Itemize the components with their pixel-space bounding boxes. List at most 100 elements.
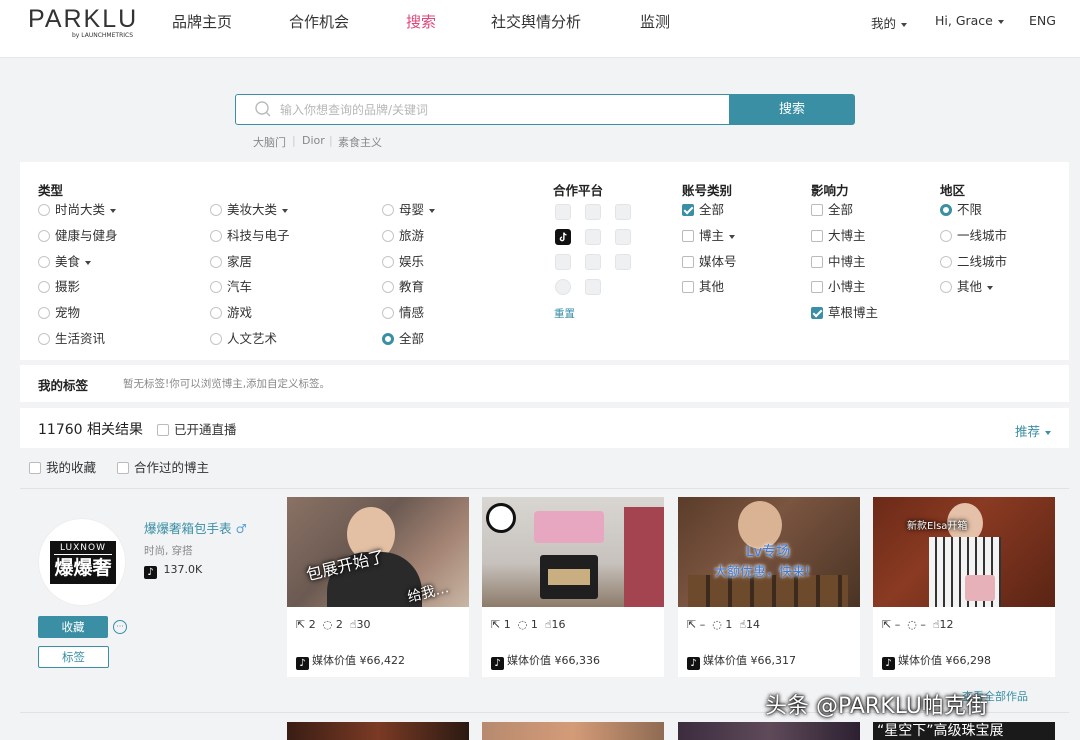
influence-option-grassroots[interactable]: 草根博主 bbox=[811, 305, 878, 321]
type-option-games[interactable]: 游戏 bbox=[210, 305, 252, 321]
influence-option-medium[interactable]: 中博主 bbox=[811, 254, 866, 270]
checkbox[interactable] bbox=[117, 462, 129, 474]
post-thumbnail[interactable] bbox=[482, 722, 664, 740]
account-option-blogger[interactable]: 博主 bbox=[682, 228, 736, 244]
type-option-health[interactable]: 健康与健身 bbox=[38, 228, 118, 244]
radio[interactable] bbox=[382, 256, 394, 268]
influencer-name[interactable]: 爆爆奢箱包手表 ♂ bbox=[144, 518, 247, 537]
post-card[interactable]: ⇱ 1 ◌ 1 ☝16 ♪ 媒体价值 ¥66,336 bbox=[482, 497, 664, 677]
radio[interactable] bbox=[38, 333, 50, 345]
checkbox[interactable] bbox=[811, 256, 823, 268]
douban-icon[interactable] bbox=[555, 279, 571, 295]
type-option-food[interactable]: 美食 bbox=[38, 254, 92, 270]
radio[interactable] bbox=[38, 256, 50, 268]
xiaohongshu-icon[interactable] bbox=[615, 254, 631, 270]
influence-option-all[interactable]: 全部 bbox=[811, 202, 853, 218]
radio[interactable] bbox=[940, 230, 952, 242]
my-favorites-filter[interactable]: 我的收藏 bbox=[29, 460, 96, 476]
radio[interactable] bbox=[210, 307, 222, 319]
type-option-all[interactable]: 全部 bbox=[382, 331, 424, 347]
checkbox-checked[interactable] bbox=[682, 204, 694, 216]
platform-reset-link[interactable]: 重置 bbox=[554, 306, 575, 321]
type-option-fashion[interactable]: 时尚大类 bbox=[38, 202, 117, 218]
hint-keyword[interactable]: 素食主义 bbox=[338, 134, 382, 150]
search-button[interactable]: 搜索 bbox=[729, 94, 855, 125]
checkbox[interactable] bbox=[682, 230, 694, 242]
account-option-other[interactable]: 其他 bbox=[682, 279, 724, 295]
type-option-travel[interactable]: 旅游 bbox=[382, 228, 424, 244]
tag-button[interactable]: 标签 bbox=[38, 646, 109, 668]
region-option-other[interactable]: 其他 bbox=[940, 279, 994, 295]
checkbox[interactable] bbox=[29, 462, 41, 474]
worked-with-filter[interactable]: 合作过的博主 bbox=[117, 460, 209, 476]
avatar[interactable]: LUXNOW 爆爆奢 bbox=[38, 518, 126, 606]
nav-social-analysis[interactable]: 社交舆情分析 bbox=[491, 11, 581, 32]
radio[interactable] bbox=[382, 307, 394, 319]
post-thumbnail[interactable]: 新款Elsa开箱 bbox=[873, 497, 1055, 607]
type-option-baby[interactable]: 母婴 bbox=[382, 202, 436, 218]
live-filter[interactable]: 已开通直播 bbox=[157, 422, 237, 438]
radio[interactable] bbox=[940, 281, 952, 293]
post-card[interactable]: 新款Elsa开箱 ⇱ – ◌ – ☝12 ♪ 媒体价值 ¥66,298 bbox=[873, 497, 1055, 677]
tiktok-icon[interactable] bbox=[555, 229, 571, 245]
radio[interactable] bbox=[210, 230, 222, 242]
post-thumbnail[interactable] bbox=[678, 722, 860, 740]
post-thumbnail[interactable] bbox=[287, 722, 469, 740]
region-option-tier2[interactable]: 二线城市 bbox=[940, 254, 1007, 270]
wechat-icon[interactable] bbox=[585, 204, 601, 220]
my-menu[interactable]: 我的 bbox=[871, 13, 908, 32]
bilibili-icon[interactable] bbox=[615, 204, 631, 220]
radio-selected[interactable] bbox=[382, 333, 394, 345]
type-option-beauty[interactable]: 美妆大类 bbox=[210, 202, 289, 218]
radio[interactable] bbox=[940, 256, 952, 268]
post-thumbnail[interactable]: Lv专场 大额优惠，快来! bbox=[678, 497, 860, 607]
more-options-button[interactable]: ··· bbox=[113, 620, 127, 634]
language-switch[interactable]: ENG bbox=[1029, 13, 1056, 28]
nav-monitoring[interactable]: 监测 bbox=[640, 11, 670, 32]
zhihu-icon[interactable] bbox=[585, 254, 601, 270]
type-option-entertainment[interactable]: 娱乐 bbox=[382, 254, 424, 270]
type-option-photo[interactable]: 摄影 bbox=[38, 279, 80, 295]
radio[interactable] bbox=[210, 204, 222, 216]
kuaishou-icon[interactable] bbox=[585, 229, 601, 245]
radio[interactable] bbox=[382, 204, 394, 216]
type-option-home[interactable]: 家居 bbox=[210, 254, 252, 270]
type-option-tech[interactable]: 科技与电子 bbox=[210, 228, 290, 244]
post-card[interactable]: 包展开始了 给我… ⇱ 2 ◌ 2 ☝30 ♪ 媒体价值 ¥66,422 bbox=[287, 497, 469, 677]
checkbox[interactable] bbox=[811, 204, 823, 216]
youku-icon[interactable] bbox=[615, 229, 631, 245]
post-card[interactable]: Lv专场 大额优惠，快来! ⇱ – ◌ 1 ☝14 ♪ 媒体价值 ¥66,317 bbox=[678, 497, 860, 677]
radio[interactable] bbox=[38, 307, 50, 319]
type-option-arts[interactable]: 人文艺术 bbox=[210, 331, 277, 347]
influence-option-large[interactable]: 大博主 bbox=[811, 228, 866, 244]
type-option-lifestyle[interactable]: 生活资讯 bbox=[38, 331, 105, 347]
weibo-icon[interactable] bbox=[555, 204, 571, 220]
radio[interactable] bbox=[210, 281, 222, 293]
hint-keyword[interactable]: Dior bbox=[302, 134, 325, 147]
post-thumbnail[interactable]: 包展开始了 给我… bbox=[287, 497, 469, 607]
radio[interactable] bbox=[382, 230, 394, 242]
region-option-tier1[interactable]: 一线城市 bbox=[940, 228, 1007, 244]
radio[interactable] bbox=[382, 281, 394, 293]
account-option-media[interactable]: 媒体号 bbox=[682, 254, 737, 270]
radio[interactable] bbox=[210, 333, 222, 345]
video-icon[interactable] bbox=[555, 254, 571, 270]
nav-search[interactable]: 搜索 bbox=[406, 11, 436, 32]
checkbox[interactable] bbox=[682, 281, 694, 293]
favorite-button[interactable]: 收藏 bbox=[38, 616, 108, 638]
post-thumbnail[interactable] bbox=[482, 497, 664, 607]
checkbox[interactable] bbox=[157, 424, 169, 436]
mail-icon[interactable] bbox=[585, 279, 601, 295]
radio[interactable] bbox=[210, 256, 222, 268]
nav-opportunities[interactable]: 合作机会 bbox=[289, 11, 349, 32]
parklu-logo[interactable]: PARKLU by LAUNCHMETRICS bbox=[28, 6, 138, 42]
sort-dropdown[interactable]: 推荐 bbox=[1015, 421, 1052, 440]
checkbox[interactable] bbox=[682, 256, 694, 268]
type-option-education[interactable]: 教育 bbox=[382, 279, 424, 295]
type-option-emotion[interactable]: 情感 bbox=[382, 305, 424, 321]
search-input[interactable] bbox=[280, 100, 720, 119]
checkbox[interactable] bbox=[811, 230, 823, 242]
user-menu[interactable]: Hi, Grace bbox=[935, 13, 1004, 28]
checkbox[interactable] bbox=[811, 281, 823, 293]
type-option-auto[interactable]: 汽车 bbox=[210, 279, 252, 295]
